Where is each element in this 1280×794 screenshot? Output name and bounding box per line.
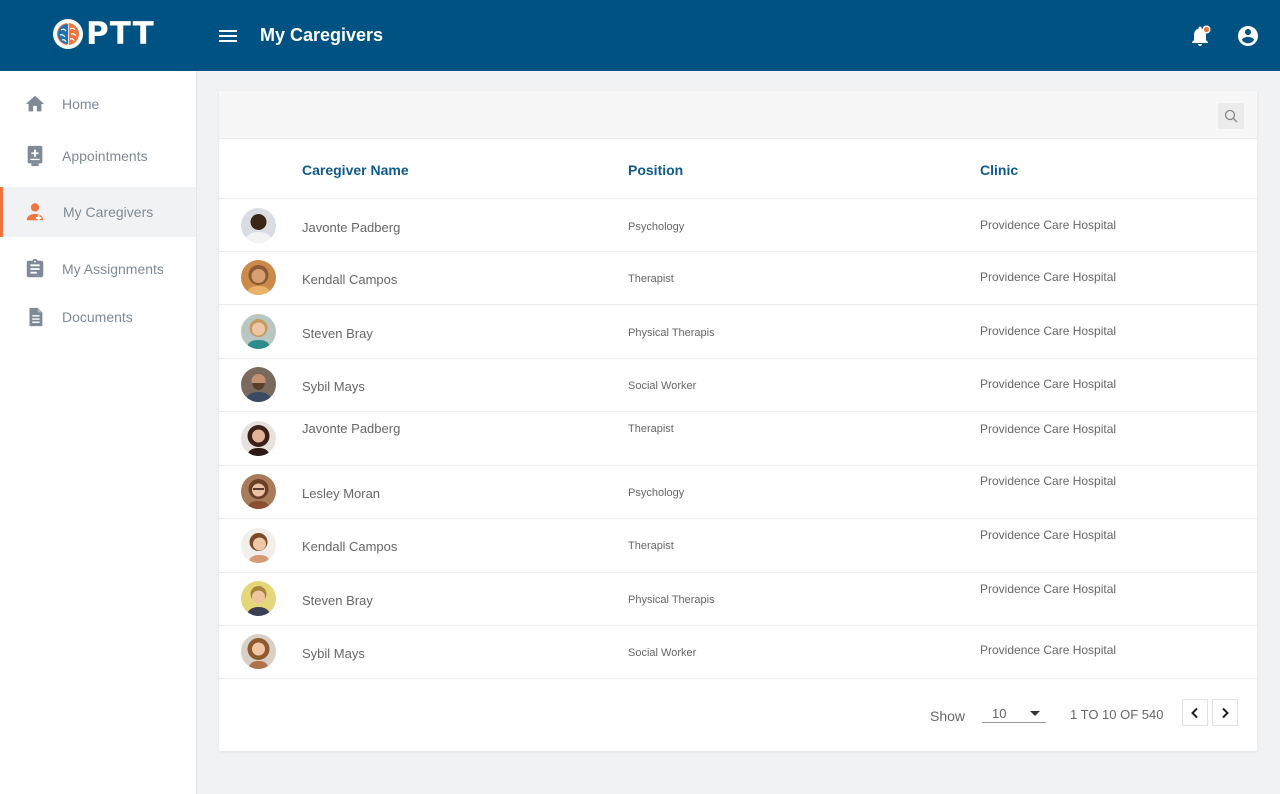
avatar <box>241 634 276 669</box>
notifications-button[interactable] <box>1188 24 1212 48</box>
account-button[interactable] <box>1236 24 1260 48</box>
caregiver-name: Lesley Moran <box>302 486 381 501</box>
next-page-button[interactable] <box>1212 699 1238 726</box>
table-row[interactable]: Steven Bray Physical Therapis Providence… <box>219 305 1257 359</box>
app-logo[interactable]: PTT <box>52 16 155 52</box>
bell-icon <box>1192 25 1211 46</box>
caregiver-clinic: Providence Care Hospital <box>980 582 1117 596</box>
clipboard-icon <box>24 258 46 280</box>
show-label: Show <box>930 708 966 724</box>
column-header-clinic[interactable]: Clinic <box>980 162 1018 178</box>
caregiver-position: Physical Therapis <box>628 594 715 606</box>
caregiver-position: Therapist <box>628 540 674 552</box>
avatar <box>241 421 276 456</box>
caregiver-position: Therapist <box>628 423 674 435</box>
caregiver-name: Kendall Campos <box>302 272 398 287</box>
table-row[interactable]: Javonte Padberg Therapist Providence Car… <box>219 412 1257 466</box>
caregiver-clinic: Providence Care Hospital <box>980 643 1117 657</box>
caregiver-name: Sybil Mays <box>302 379 365 394</box>
avatar <box>241 314 276 349</box>
caregiver-name: Steven Bray <box>302 593 373 608</box>
table-toolbar <box>219 91 1257 139</box>
caret-down-icon <box>1030 711 1040 716</box>
column-header-caregiver-name[interactable]: Caregiver Name <box>302 162 409 178</box>
sidebar-item-appointments[interactable]: Appointments <box>0 131 196 181</box>
document-icon <box>24 306 46 328</box>
caregiver-position: Therapist <box>628 273 674 285</box>
caregiver-clinic: Providence Care Hospital <box>980 270 1117 284</box>
previous-page-button[interactable] <box>1182 699 1208 726</box>
appointments-icon <box>24 145 46 167</box>
caregiver-clinic: Providence Care Hospital <box>980 218 1117 232</box>
caregiver-name: Sybil Mays <box>302 646 365 661</box>
logo-text: PTT <box>86 16 155 52</box>
avatar <box>241 260 276 295</box>
table-row[interactable]: Kendall Campos Therapist Providence Care… <box>219 519 1257 573</box>
page-size-select[interactable]: 10 <box>982 703 1046 723</box>
brain-logo-icon <box>53 19 83 49</box>
pagination-range: 1 TO 10 OF 540 <box>1070 707 1164 722</box>
caregiver-clinic: Providence Care Hospital <box>980 324 1117 338</box>
sidebar-item-documents[interactable]: Documents <box>0 292 196 342</box>
sidebar-item-label: My Caregivers <box>63 204 154 220</box>
avatar <box>241 367 276 402</box>
avatar <box>241 474 276 509</box>
caregiver-name: Javonte Padberg <box>302 220 401 235</box>
chevron-right-icon <box>1222 707 1229 718</box>
avatar <box>241 528 276 563</box>
table-row[interactable]: Javonte Padberg Psychology Providence Ca… <box>219 199 1257 252</box>
sidebar-item-label: Appointments <box>62 148 148 164</box>
page-title: My Caregivers <box>260 25 384 45</box>
table-row[interactable]: Lesley Moran Psychology Providence Care … <box>219 466 1257 519</box>
caregiver-clinic: Providence Care Hospital <box>980 422 1117 436</box>
caregiver-clinic: Providence Care Hospital <box>980 528 1117 542</box>
caregiver-position: Psychology <box>628 221 685 233</box>
caregiver-name: Kendall Campos <box>302 539 398 554</box>
hamburger-menu-icon <box>219 30 237 42</box>
chevron-left-icon <box>1191 707 1198 718</box>
search-icon <box>1224 109 1238 123</box>
sidebar-item-label: Documents <box>62 309 133 325</box>
table-row[interactable]: Steven Bray Physical Therapis Providence… <box>219 573 1257 626</box>
search-button[interactable] <box>1218 103 1244 129</box>
account-circle-icon <box>1238 26 1258 46</box>
caregiver-position: Physical Therapis <box>628 327 715 339</box>
table-row[interactable]: Kendall Campos Therapist Providence Care… <box>219 252 1257 305</box>
caregiver-position: Social Worker <box>628 380 697 392</box>
sidebar-item-my-caregivers[interactable]: My Caregivers <box>0 187 196 237</box>
menu-button[interactable] <box>216 25 240 47</box>
avatar <box>241 208 276 243</box>
sidebar: Home Appointments My Caregivers My Assig… <box>0 71 197 794</box>
caregiver-name: Javonte Padberg <box>302 421 401 436</box>
caregiver-position: Social Worker <box>628 647 697 659</box>
top-app-bar: PTT My Caregivers <box>0 0 1280 71</box>
sidebar-item-my-assignments[interactable]: My Assignments <box>0 244 196 294</box>
caregiver-name: Steven Bray <box>302 326 373 341</box>
table-row[interactable]: Sybil Mays Social Worker Providence Care… <box>219 359 1257 412</box>
page-size-value: 10 <box>992 706 1007 721</box>
sidebar-item-home[interactable]: Home <box>0 79 196 129</box>
caregiver-icon <box>24 201 46 223</box>
table-row[interactable]: Sybil Mays Social Worker Providence Care… <box>219 626 1257 679</box>
avatar <box>241 581 276 616</box>
caregivers-table-card: Caregiver Name Position Clinic Javonte P… <box>219 91 1257 751</box>
sidebar-item-label: Home <box>62 96 100 112</box>
home-icon <box>24 93 46 115</box>
caregiver-clinic: Providence Care Hospital <box>980 474 1117 488</box>
sidebar-item-label: My Assignments <box>62 261 164 277</box>
caregiver-position: Psychology <box>628 487 685 499</box>
caregiver-clinic: Providence Care Hospital <box>980 377 1117 391</box>
column-header-position[interactable]: Position <box>628 162 683 178</box>
